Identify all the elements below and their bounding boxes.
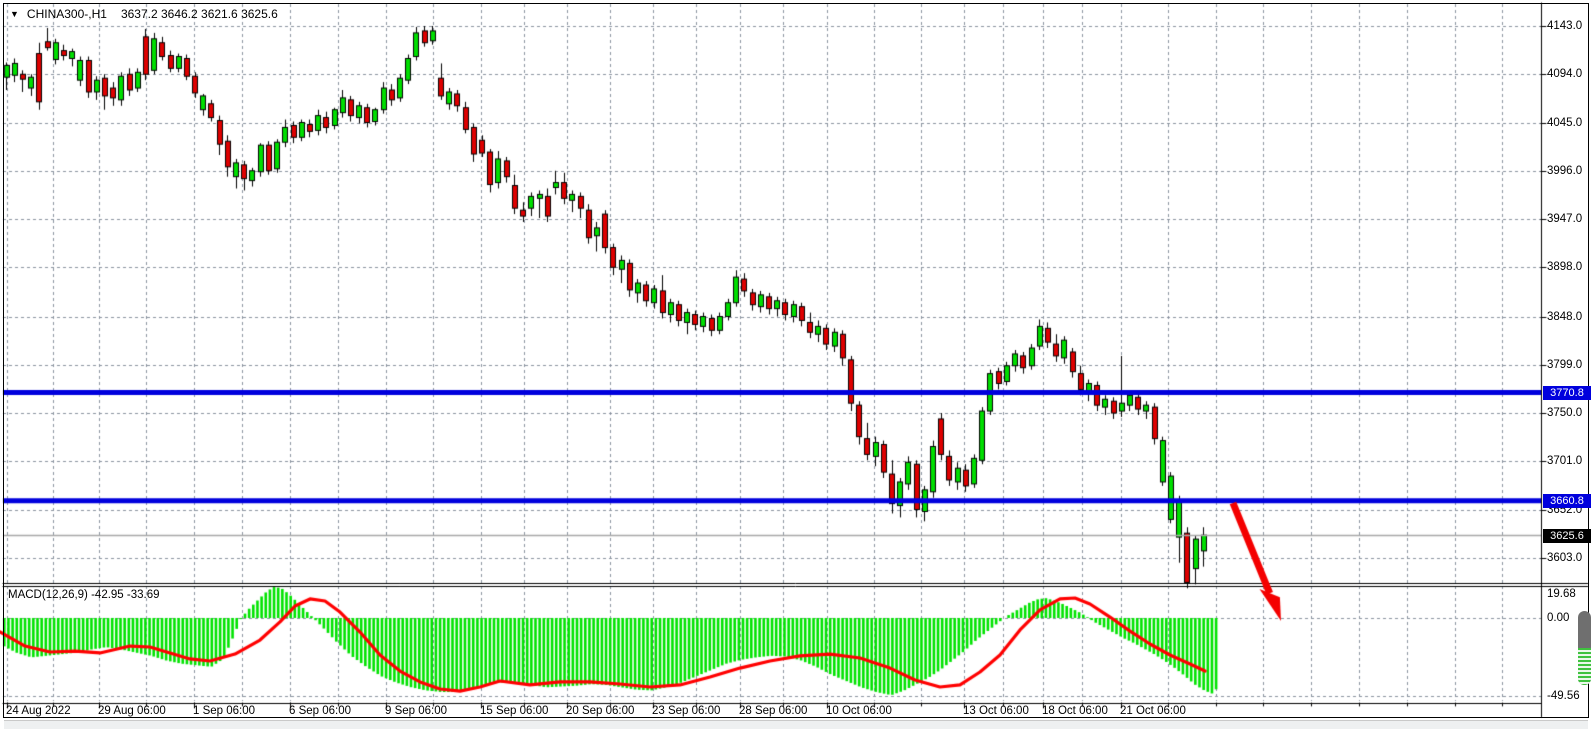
time-tick-label: 24 Aug 2022 (6, 705, 71, 717)
time-tick-label: 1 Sep 06:00 (193, 705, 255, 717)
time-tick-label: 18 Oct 06:00 (1042, 705, 1108, 717)
price-tick-label: 3750.0 (1547, 406, 1582, 420)
time-tick-label: 21 Oct 06:00 (1120, 705, 1186, 717)
chart-window: ▼ CHINA300-,H1 3637.2 3646.2 3621.6 3625… (0, 0, 1592, 730)
price-tick-label: 3603.0 (1547, 551, 1582, 565)
time-tick-label: 23 Sep 06:00 (652, 705, 720, 717)
time-tick-label: 20 Sep 06:00 (566, 705, 634, 717)
price-tick-label: 3701.0 (1547, 454, 1582, 468)
scrollbar-stripes-icon (1578, 648, 1591, 685)
scrollbar-thumb[interactable] (1578, 611, 1591, 685)
time-tick-label: 10 Oct 06:00 (826, 705, 892, 717)
price-tick-label: 4094.0 (1547, 67, 1582, 81)
time-tick-label: 28 Sep 06:00 (739, 705, 807, 717)
macd-tick-label: 0.00 (1547, 611, 1569, 625)
macd-indicator-label: MACD(12,26,9) -42.95 -33.69 (8, 589, 160, 601)
price-tick-label: 4045.0 (1547, 116, 1582, 130)
level-price-badge: 3770.8 (1543, 386, 1591, 400)
macd-tick-label: -49.56 (1547, 689, 1580, 703)
price-tick-label: 3947.0 (1547, 212, 1582, 226)
chevron-down-icon[interactable]: ▼ (10, 9, 19, 19)
time-tick-label: 9 Sep 06:00 (385, 705, 447, 717)
horizontal-scroll-strip[interactable] (4, 720, 1588, 729)
level-price-badge: 3660.8 (1543, 494, 1591, 508)
macd-signal-value: -33.69 (127, 589, 160, 601)
macd-main-value: -42.95 (91, 589, 124, 601)
time-tick-label: 6 Sep 06:00 (289, 705, 351, 717)
price-tick-label: 3996.0 (1547, 164, 1582, 178)
time-tick-label: 15 Sep 06:00 (480, 705, 548, 717)
time-tick-label: 29 Aug 06:00 (98, 705, 166, 717)
macd-name: MACD(12,26,9) (8, 589, 88, 601)
current-price-badge: 3625.6 (1543, 529, 1591, 543)
chart-border (3, 3, 1589, 718)
macd-tick-label: 19.68 (1547, 587, 1576, 601)
ohlc-quote-label: 3637.2 3646.2 3621.6 3625.6 (121, 7, 278, 21)
price-tick-label: 3799.0 (1547, 358, 1582, 372)
chart-title: ▼ CHINA300-,H1 3637.2 3646.2 3621.6 3625… (10, 6, 278, 22)
time-tick-label: 13 Oct 06:00 (963, 705, 1029, 717)
symbol-period-label: CHINA300-,H1 (27, 7, 107, 21)
price-tick-label: 3848.0 (1547, 310, 1582, 324)
price-tick-label: 3898.0 (1547, 260, 1582, 274)
price-tick-label: 4143.0 (1547, 19, 1582, 33)
